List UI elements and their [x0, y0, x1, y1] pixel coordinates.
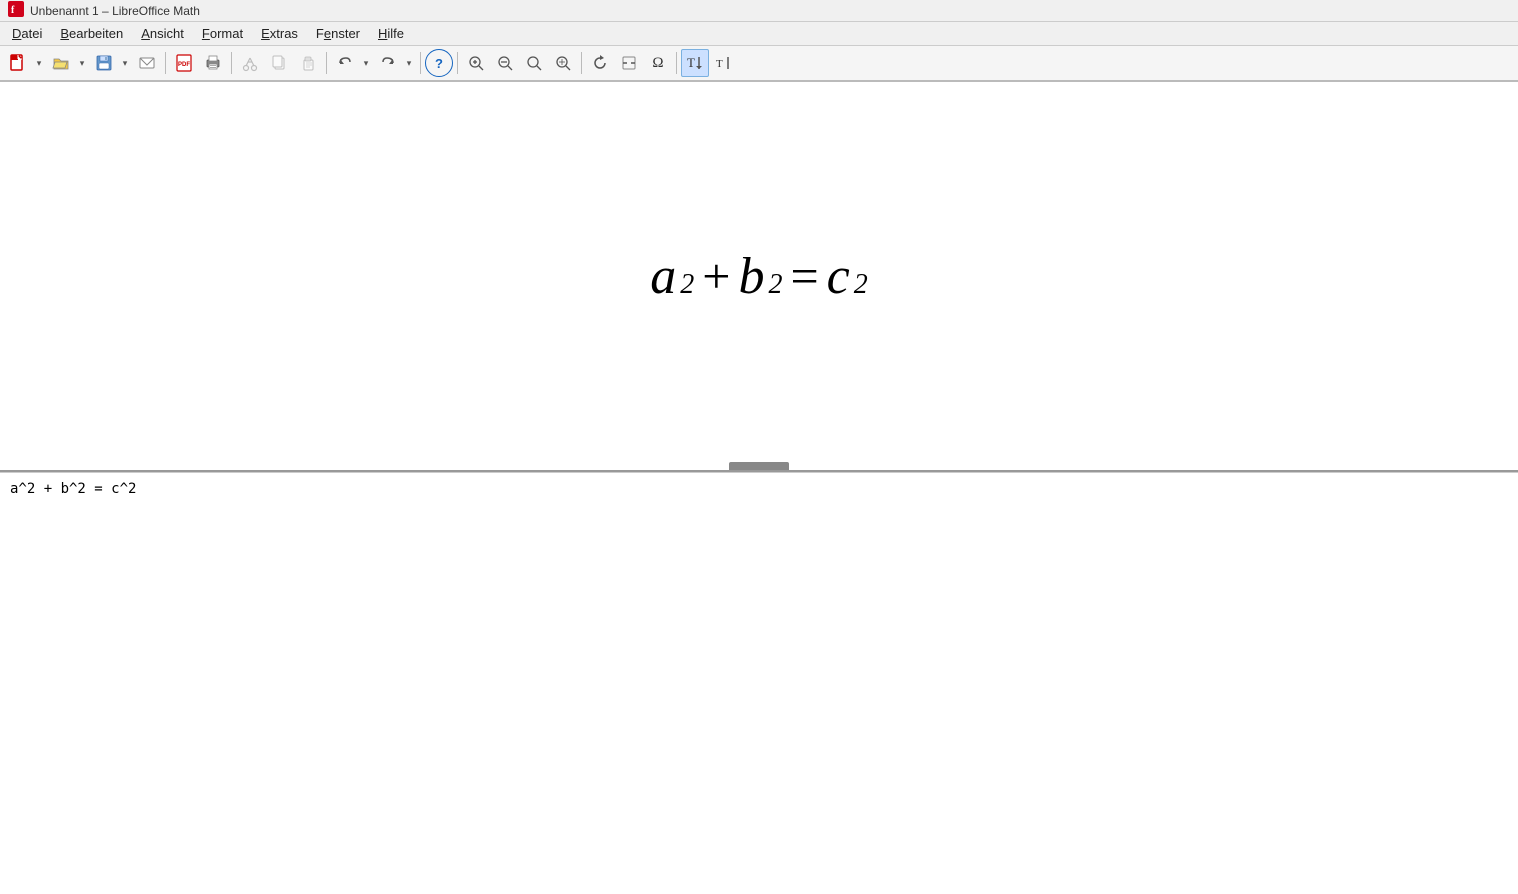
email-button[interactable] — [133, 49, 161, 77]
redo-button-group: ▾ — [374, 49, 416, 77]
pdf-export-button[interactable]: PDF — [170, 49, 198, 77]
zoom-100-button[interactable] — [520, 49, 548, 77]
open-button[interactable] — [47, 49, 75, 77]
menu-hilfe[interactable]: Hilfe — [370, 24, 412, 43]
editor-content: a^2 + b^2 = c^2 — [10, 481, 136, 497]
help-icon: ? — [435, 56, 443, 71]
drag-handle[interactable] — [729, 462, 789, 470]
paste-button[interactable] — [294, 49, 322, 77]
new-dropdown[interactable]: ▾ — [32, 49, 46, 77]
menu-bearbeiten[interactable]: Bearbeiten — [52, 24, 131, 43]
main-container: a2 + b2 = c2 a^2 + b^2 = c^2 — [0, 82, 1518, 894]
window-title: Unbenannt 1 – LibreOffice Math — [30, 4, 200, 18]
menu-bar: Datei Bearbeiten Ansicht Format Extras F… — [0, 22, 1518, 46]
open-button-group: ▾ — [47, 49, 89, 77]
separator-5 — [457, 52, 458, 74]
svg-text:PDF: PDF — [178, 62, 190, 68]
undo-dropdown[interactable]: ▾ — [359, 49, 373, 77]
format-text-button[interactable]: T — [681, 49, 709, 77]
undo-button-group: ▾ — [331, 49, 373, 77]
app-icon: f — [8, 1, 24, 20]
formula-c-exp: 2 — [854, 269, 868, 301]
separator-7 — [676, 52, 677, 74]
symbols-button[interactable]: Ω — [644, 49, 672, 77]
formula-plus: + — [698, 247, 734, 305]
svg-text:T: T — [687, 55, 695, 70]
formula-equals: = — [786, 247, 822, 305]
formula-a: a — [650, 247, 676, 306]
formula-a-exp: 2 — [680, 269, 694, 301]
separator-4 — [420, 52, 421, 74]
formula-b: b — [738, 247, 764, 306]
separator-6 — [581, 52, 582, 74]
menu-ansicht[interactable]: Ansicht — [133, 24, 192, 43]
cut-button[interactable] — [236, 49, 264, 77]
formula-cursor-button[interactable]: T — [710, 49, 738, 77]
new-button-group: ▾ — [4, 49, 46, 77]
menu-extras[interactable]: Extras — [253, 24, 306, 43]
separator-1 — [165, 52, 166, 74]
redo-button[interactable] — [374, 49, 402, 77]
redo-dropdown[interactable]: ▾ — [402, 49, 416, 77]
preview-area: a2 + b2 = c2 — [0, 82, 1518, 472]
menu-fenster[interactable]: Fenster — [308, 24, 368, 43]
title-bar: f Unbenannt 1 – LibreOffice Math — [0, 0, 1518, 22]
save-button-group: ▾ — [90, 49, 132, 77]
separator-2 — [231, 52, 232, 74]
help-button[interactable]: ? — [425, 49, 453, 77]
zoom-out-button[interactable] — [491, 49, 519, 77]
undo-button[interactable] — [331, 49, 359, 77]
save-button[interactable] — [90, 49, 118, 77]
print-button[interactable] — [199, 49, 227, 77]
copy-button[interactable] — [265, 49, 293, 77]
save-dropdown[interactable]: ▾ — [118, 49, 132, 77]
zoom-optimal-button[interactable] — [549, 49, 577, 77]
menu-datei[interactable]: Datei — [4, 24, 50, 43]
new-button[interactable] — [4, 49, 32, 77]
open-dropdown[interactable]: ▾ — [75, 49, 89, 77]
separator-3 — [326, 52, 327, 74]
svg-text:T: T — [716, 58, 723, 70]
formula-display: a2 + b2 = c2 — [650, 247, 868, 306]
editor-area[interactable]: a^2 + b^2 = c^2 — [0, 472, 1518, 894]
update-button[interactable] — [586, 49, 614, 77]
insert-brackets-button[interactable] — [615, 49, 643, 77]
menu-format[interactable]: Format — [194, 24, 251, 43]
zoom-in-button[interactable] — [462, 49, 490, 77]
formula-c: c — [827, 247, 850, 306]
toolbar: ▾ ▾ ▾ — [0, 46, 1518, 82]
formula-b-exp: 2 — [768, 269, 782, 301]
omega-icon: Ω — [652, 55, 663, 72]
